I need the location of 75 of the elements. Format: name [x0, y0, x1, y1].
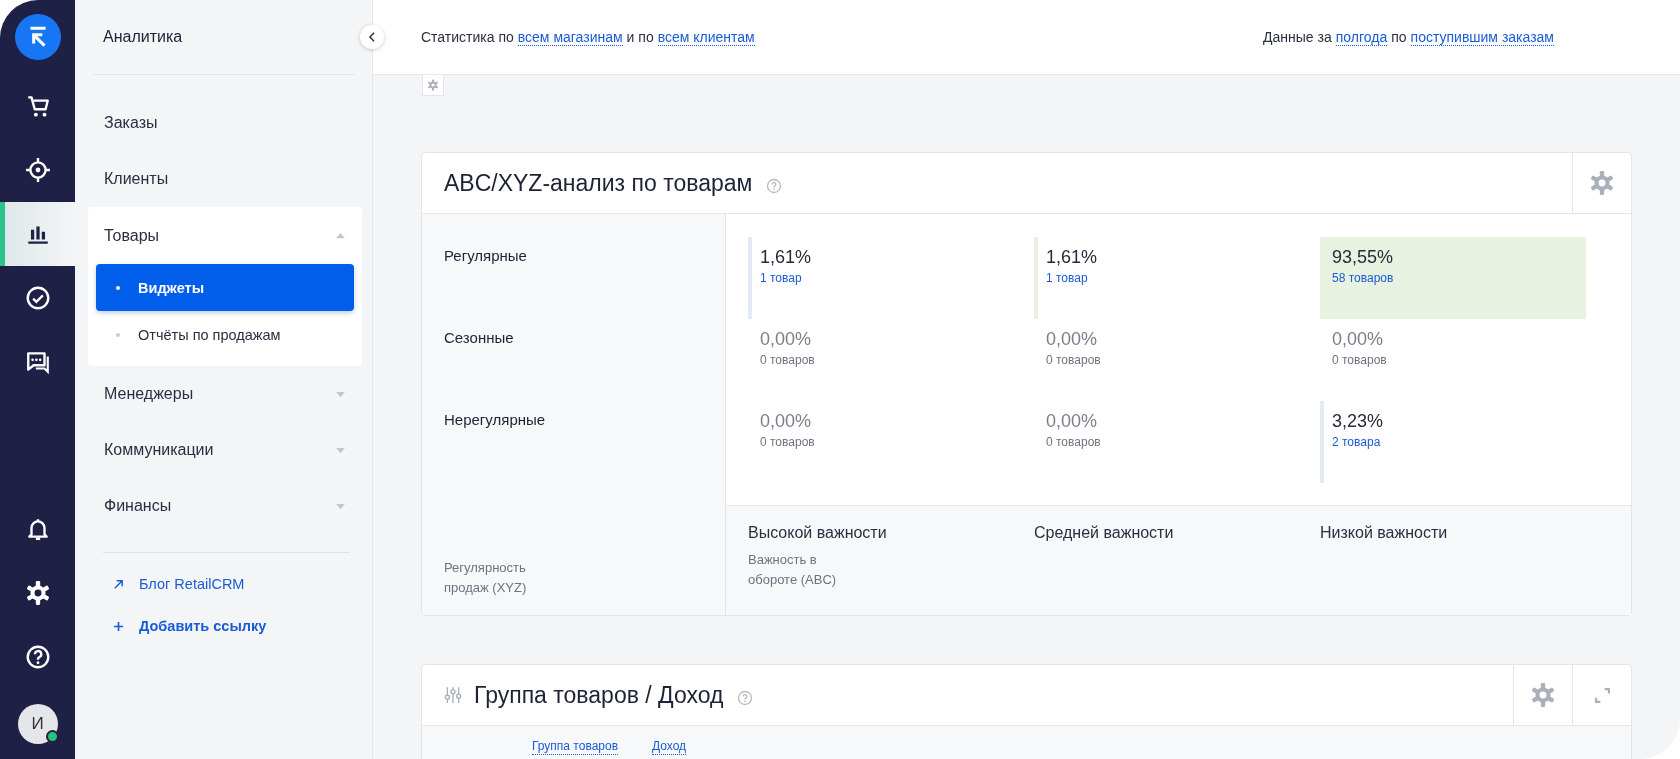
- matrix-cell[interactable]: 0,00% 0 товаров: [1034, 319, 1300, 401]
- column-label: Низкой важности: [1320, 524, 1449, 542]
- item-count-link[interactable]: 1 товар: [760, 271, 1002, 285]
- filter-text: по: [1391, 28, 1407, 46]
- sidebar-item[interactable]: Заказы: [85, 95, 362, 151]
- column-header-link[interactable]: Группа товаров: [532, 739, 619, 755]
- percent-value: 93,55%: [1332, 247, 1395, 268]
- row-label: Регулярные: [444, 247, 527, 264]
- axis-label: Важность в обороте (ABC): [748, 551, 838, 589]
- collapse-button[interactable]: [360, 25, 384, 49]
- item-count: 0 товаров: [1046, 353, 1102, 367]
- row-label: Нерегулярные: [444, 411, 546, 428]
- matrix-cell[interactable]: 0,00% 0 товаров: [748, 319, 1014, 401]
- percent-value: 1,61%: [760, 247, 813, 268]
- matrix-cell[interactable]: 0,00% 0 товаров: [748, 401, 1014, 483]
- crosshair-icon: [24, 157, 51, 183]
- item-count: 0 товаров: [760, 353, 816, 367]
- matrix-cell[interactable]: 0,00% 0 товаров: [1034, 401, 1300, 483]
- settings-icon: [1589, 170, 1615, 196]
- item-count-link[interactable]: 2 товара: [1332, 435, 1574, 449]
- matrix-cell[interactable]: 3,23% 2 товара: [1320, 401, 1586, 483]
- percent-value: 0,00%: [1046, 411, 1099, 432]
- item-count: 0 товаров: [1046, 435, 1102, 449]
- widget-title: ABC/XYZ-анализ по товарам: [444, 169, 753, 197]
- item-count-link[interactable]: 1 товар: [1046, 271, 1288, 285]
- filter-link[interactable]: поступившим заказам: [1410, 28, 1554, 46]
- item-count: 0 товаров: [760, 435, 816, 449]
- chat-icon: [24, 349, 51, 375]
- percent-value: 3,23%: [1332, 411, 1385, 432]
- avatar[interactable]: И: [17, 704, 58, 744]
- percent-value: 0,00%: [760, 411, 813, 432]
- expand-icon: [1593, 686, 1611, 704]
- help-icon: [24, 644, 51, 670]
- item-count: 0 товаров: [1332, 353, 1388, 367]
- axis-label: Регулярность продаж (XYZ): [444, 559, 528, 597]
- sidebar-item[interactable]: Менеджеры: [85, 366, 362, 422]
- percent-value: 0,00%: [1046, 329, 1099, 350]
- sidebar-link[interactable]: Добавить ссылку: [85, 605, 362, 647]
- widget-title: Группа товаров / Доход: [474, 681, 724, 709]
- settings-icon: [1530, 682, 1556, 708]
- arrow-icon: [113, 578, 124, 590]
- filter-text: Данные за: [1263, 28, 1332, 46]
- sidebar-item[interactable]: Финансы: [85, 478, 362, 534]
- percent-value: 0,00%: [760, 329, 813, 350]
- sliders-icon[interactable]: [444, 686, 462, 704]
- sidebar-item[interactable]: Коммуникации: [85, 422, 362, 478]
- filter-link[interactable]: всем магазинам: [517, 28, 623, 46]
- submenu-item[interactable]: Отчёты по продажам: [96, 311, 354, 358]
- column-header-link[interactable]: Доход: [652, 739, 687, 755]
- row-label: Сезонные: [444, 329, 514, 346]
- item-count-link[interactable]: 58 товаров: [1332, 271, 1574, 285]
- logo[interactable]: [14, 14, 61, 60]
- rail-item[interactable]: [0, 202, 75, 266]
- filter-text: Статистика по: [421, 28, 514, 46]
- matrix-cell[interactable]: 0,00% 0 товаров: [1320, 319, 1586, 401]
- filter-link[interactable]: полгода: [1335, 28, 1388, 46]
- matrix-cell[interactable]: 93,55% 58 товаров: [1320, 237, 1586, 319]
- percent-value: 0,00%: [1332, 329, 1385, 350]
- filter-text: и по: [626, 28, 654, 46]
- percent-value: 1,61%: [1046, 247, 1099, 268]
- filter-link[interactable]: всем клиентам: [657, 28, 755, 46]
- settings-icon: [427, 79, 439, 91]
- chevron-left-icon: [368, 32, 376, 42]
- sidebar-item[interactable]: Товары: [88, 207, 362, 264]
- plus-icon: [113, 620, 124, 632]
- check-circle-icon: [24, 285, 51, 311]
- matrix-cell[interactable]: 1,61% 1 товар: [1034, 237, 1300, 319]
- sidebar-link[interactable]: Блог RetailCRM: [85, 563, 362, 605]
- settings-icon: [24, 580, 51, 606]
- matrix-cell[interactable]: 1,61% 1 товар: [748, 237, 1014, 319]
- column-label: Средней важности: [1034, 524, 1175, 542]
- submenu-item[interactable]: Виджеты: [96, 264, 354, 311]
- section-title: Аналитика: [102, 27, 184, 47]
- sidebar-item[interactable]: Клиенты: [85, 151, 362, 207]
- column-label: Высокой важности: [748, 524, 888, 542]
